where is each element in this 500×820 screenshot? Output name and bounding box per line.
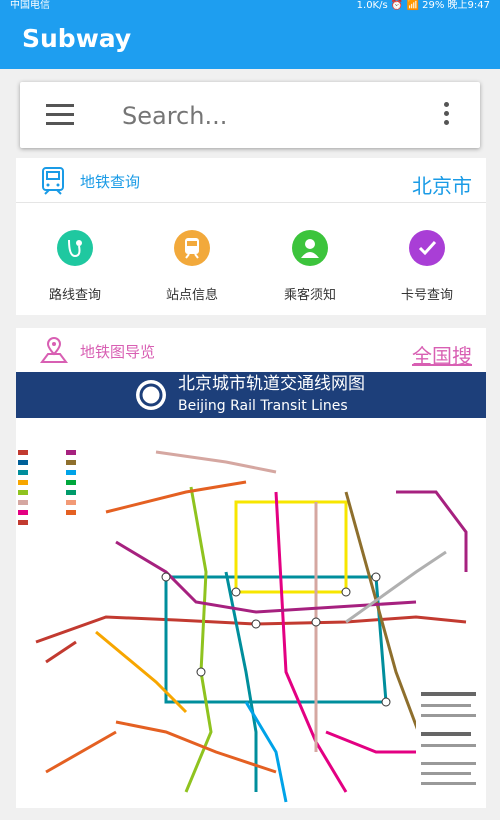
passenger-notice-label: 乘客须知 <box>283 288 336 303</box>
station-info-button[interactable]: 站点信息 <box>147 230 237 303</box>
search-all-link[interactable]: 全国搜 <box>412 340 472 369</box>
query-card-title: 地铁查询 <box>80 173 141 191</box>
train-icon <box>174 230 210 266</box>
station-info-label: 站点信息 <box>165 288 218 303</box>
person-icon <box>292 230 328 266</box>
app-title: Subway <box>22 24 132 53</box>
city-selector[interactable]: 北京市 <box>412 170 472 199</box>
passenger-notice-button[interactable]: 乘客须知 <box>265 230 355 303</box>
map-guide-title: 地铁图导览 <box>80 343 156 361</box>
map-card-header: 地铁图导览 全国搜 <box>16 328 486 373</box>
check-icon <box>409 230 445 266</box>
status-bar: 中国电信 1.0K/s ⏰ 📶 29% 晚上9:47 <box>0 0 500 12</box>
search-card <box>20 82 480 148</box>
carrier-label: 中国电信 <box>10 0 50 11</box>
map-title-cn: 北京城市轨道交通线网图 <box>178 374 365 394</box>
card-query-label: 卡号查询 <box>400 288 453 303</box>
menu-icon[interactable] <box>46 104 74 125</box>
route-icon <box>57 230 93 266</box>
subway-map-image[interactable]: 北京城市轨道交通线网图 Beijing Rail Transit Lines <box>16 372 486 808</box>
map-info-panel <box>416 682 486 792</box>
card-query-button[interactable]: 卡号查询 <box>382 230 472 303</box>
route-query-label: 路线查询 <box>48 288 101 303</box>
subway-train-icon <box>42 167 64 195</box>
query-card-header: 地铁查询 北京市 <box>16 158 486 203</box>
more-options-icon[interactable] <box>444 102 450 129</box>
status-right: 1.0K/s ⏰ 📶 29% 晚上9:47 <box>356 0 490 11</box>
map-pin-icon <box>40 336 68 363</box>
subway-query-card: 地铁查询 北京市 路线查询 站点信息 乘客须知 卡号查询 <box>16 158 486 315</box>
map-title-en: Beijing Rail Transit Lines <box>178 398 348 414</box>
app-bar: Subway <box>0 12 500 69</box>
search-input[interactable] <box>120 96 404 136</box>
route-query-button[interactable]: 路线查询 <box>30 230 120 303</box>
subway-map-card: 地铁图导览 全国搜 北京城市轨道交通线网图 Beijing Rail Trans… <box>16 328 486 808</box>
